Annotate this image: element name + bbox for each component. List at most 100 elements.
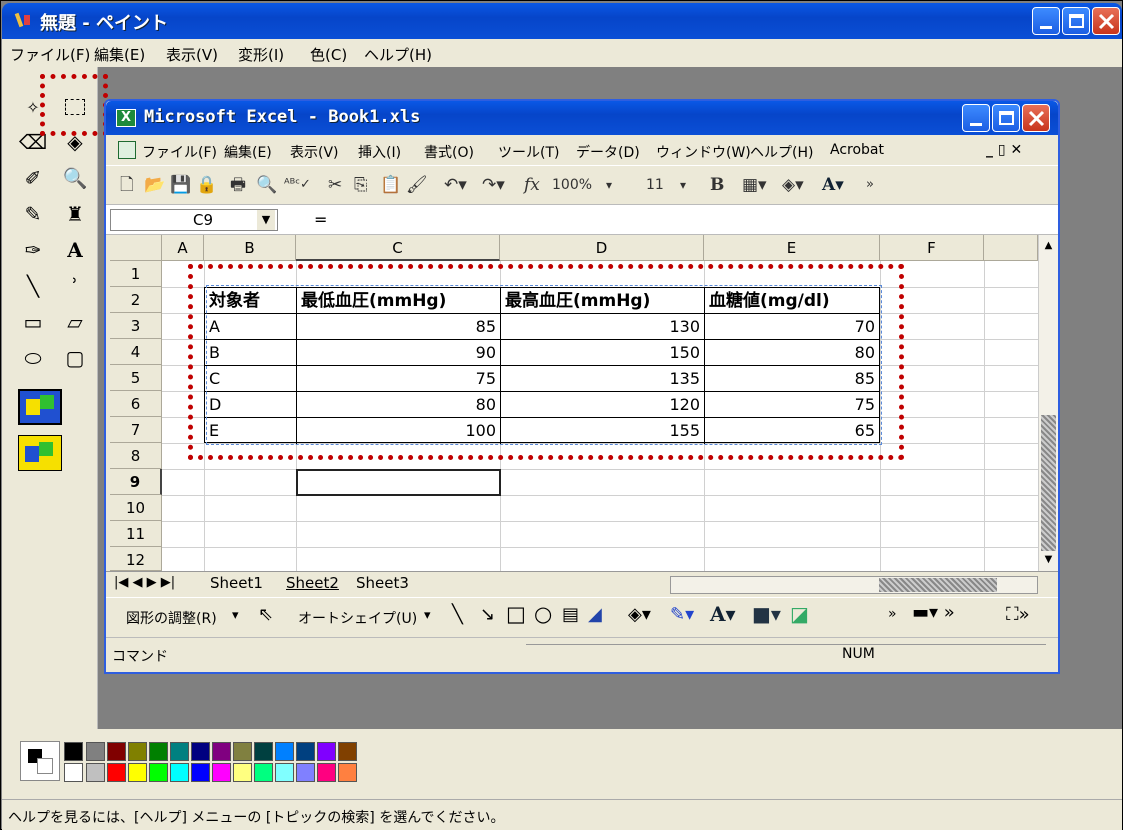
draw-line-color-icon[interactable]: ✎▾ [670,604,694,625]
color-swatch[interactable] [275,763,294,782]
col-header-a[interactable]: A [162,235,204,261]
paste-icon[interactable]: 📋 [380,174,401,198]
paint-menu-image[interactable]: 変形(I) [238,44,284,65]
excel-menu-insert[interactable]: 挿入(I) [358,142,401,162]
background-color[interactable] [37,758,53,774]
paint-minimize-button[interactable] [1032,7,1060,35]
sheet-tab-3[interactable]: Sheet3 [356,574,409,592]
name-box[interactable]: C9 ▼ [110,209,278,231]
excel-maximize-button[interactable] [992,104,1020,132]
col-header-d[interactable]: D [500,235,704,261]
excel-menu-file[interactable]: ファイル(F) [142,142,217,162]
print-icon[interactable]: 🖶 [230,174,246,198]
color-swatch[interactable] [296,763,315,782]
horizontal-scrollbar[interactable] [670,576,1038,594]
color-swatch[interactable] [254,763,273,782]
draw-font-color-icon[interactable]: A▾ [710,602,736,626]
name-box-dropdown-icon[interactable]: ▼ [257,210,275,230]
wordart-icon[interactable]: ◢ [588,604,602,625]
polygon-tool-icon[interactable]: ⏥ [60,307,90,337]
color-picker-tool-icon[interactable]: ✐ [18,163,48,193]
zoom-select[interactable]: 100% [552,174,592,198]
opaque-mode-icon[interactable] [18,389,62,425]
vertical-scrollbar[interactable]: ▲ ▼ [1038,235,1058,571]
row-header[interactable]: 1 [110,261,162,287]
select-objects-icon[interactable]: ⇖ [258,604,273,625]
toolbar-options-icon[interactable]: » [888,606,897,622]
swatch-white[interactable] [64,763,83,782]
draw-adjust-dropdown-icon[interactable]: ▾ [232,608,239,623]
arrow-icon[interactable]: ↘ [480,604,495,625]
color-swatch[interactable] [86,763,105,782]
font-size-select[interactable]: 11 [646,174,664,198]
row-header[interactable]: 10 [110,495,162,521]
excel-menu-help[interactable]: ヘルプ(H) [750,142,813,162]
font-size-dropdown-icon[interactable]: ▾ [680,174,686,198]
color-swatch[interactable] [212,763,231,782]
rectangle-icon[interactable]: □ [506,602,526,626]
function-icon[interactable]: fx [524,174,540,198]
select-all-corner[interactable] [110,235,162,261]
sheet-tab-2[interactable]: Sheet2 [286,574,339,592]
copy-icon[interactable]: ⎘ [354,174,368,198]
row-header[interactable]: 3 [110,313,162,339]
excel-menu-format[interactable]: 書式(O) [424,142,474,162]
row-header[interactable]: 7 [110,417,162,443]
excel-menu-acrobat[interactable]: Acrobat [830,142,884,158]
permission-icon[interactable]: 🔒 [196,174,217,198]
autoshape-menu[interactable]: オートシェイプ(U) [298,608,417,628]
row-header[interactable]: 12 [110,547,162,571]
oval-icon[interactable]: ○ [534,602,552,626]
row-header[interactable]: 4 [110,339,162,365]
line-tool-icon[interactable]: ╲ [18,271,48,301]
color-swatch[interactable] [317,742,336,761]
row-header[interactable]: 2 [110,287,162,313]
col-header-f[interactable]: F [880,235,984,261]
fill-color-icon[interactable]: ◈▾ [782,174,804,198]
paint-title-bar[interactable]: 無題 - ペイント [2,3,1122,39]
font-color-icon[interactable]: A▾ [822,174,844,198]
save-icon[interactable]: 💾 [170,174,191,198]
borders-icon[interactable]: ▦▾ [742,174,767,198]
excel-menu-window[interactable]: ウィンドウ(W) [656,142,751,162]
excel-minimize-button[interactable] [962,104,990,132]
paint-menu-file[interactable]: ファイル(F) [10,44,90,65]
color-swatch[interactable] [86,742,105,761]
formula-input[interactable] [346,209,1046,231]
shadow-icon[interactable]: ■▾ [752,602,781,626]
bold-icon[interactable]: B [710,174,724,198]
color-swatch[interactable] [338,763,357,782]
magnifier-tool-icon[interactable]: 🔍 [60,163,90,193]
paint-maximize-button[interactable] [1062,7,1090,35]
paint-menu-edit[interactable]: 編集(E) [94,44,145,65]
borders-palette-icon[interactable]: ▬▾ » [912,602,955,623]
paint-menu-colors[interactable]: 色(C) [310,44,347,65]
autoshape-dropdown-icon[interactable]: ▾ [424,608,431,623]
color-swatch[interactable] [275,742,294,761]
rectangle-tool-icon[interactable]: ▭ [18,307,48,337]
color-swatch[interactable] [128,763,147,782]
col-header-g[interactable] [984,235,1038,261]
format-painter-icon[interactable]: 🖌 [406,174,428,198]
scroll-thumb[interactable] [1041,415,1056,551]
print-preview-icon[interactable]: 🔍 [256,174,277,198]
excel-menu-tools[interactable]: ツール(T) [498,142,559,162]
hscroll-thumb[interactable] [879,578,997,592]
col-header-c[interactable]: C [296,235,500,261]
rounded-rect-tool-icon[interactable]: ▢ [60,343,90,373]
color-swatch[interactable] [107,742,126,761]
active-cell-c9[interactable] [296,469,501,496]
color-swatch[interactable] [212,742,231,761]
color-swatch[interactable] [338,742,357,761]
color-swatch[interactable] [296,742,315,761]
col-header-b[interactable]: B [204,235,296,261]
color-swatch[interactable] [107,763,126,782]
color-swatch[interactable] [170,763,189,782]
row-header[interactable]: 11 [110,521,162,547]
3d-icon[interactable]: ◪ [790,602,809,626]
doc-window-controls[interactable]: _ ▯ ✕ [986,142,1022,158]
toolbar-options-icon[interactable]: » [866,174,874,198]
row-header[interactable]: 5 [110,365,162,391]
ellipse-tool-icon[interactable]: ⬭ [18,343,48,373]
excel-menu-view[interactable]: 表示(V) [290,142,339,162]
